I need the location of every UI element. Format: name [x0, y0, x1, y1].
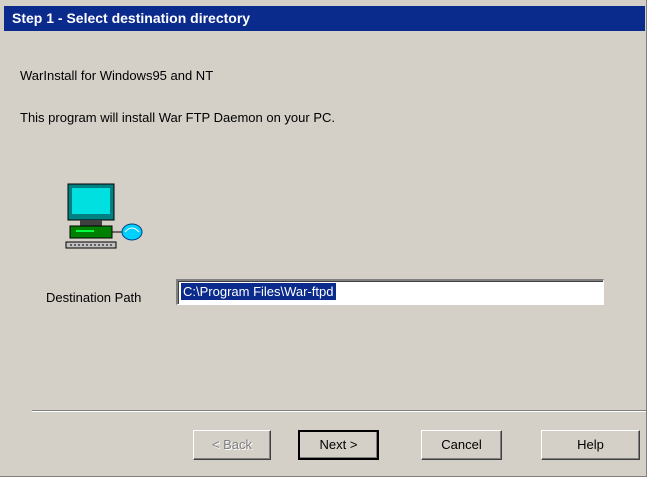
- button-separator: [32, 410, 646, 412]
- title-bar: Step 1 - Select destination directory: [4, 6, 645, 31]
- destination-path-label: Destination Path: [46, 290, 142, 305]
- destination-path-input[interactable]: C:\Program Files\War-ftpd: [176, 279, 604, 305]
- help-button-label: Help: [577, 437, 604, 452]
- window-title: Step 1 - Select destination directory: [12, 10, 251, 26]
- destination-path-value: C:\Program Files\War-ftpd: [181, 283, 336, 300]
- install-description-text: This program will install War FTP Daemon…: [20, 110, 335, 125]
- back-button[interactable]: < Back: [193, 430, 271, 460]
- computer-network-icon: [65, 183, 143, 249]
- next-button[interactable]: Next >: [298, 430, 379, 460]
- cancel-button-label: Cancel: [441, 437, 482, 452]
- next-button-label: Next >: [319, 437, 358, 452]
- back-button-label: < Back: [211, 437, 253, 452]
- help-button[interactable]: Help: [541, 430, 640, 460]
- installer-name-text: WarInstall for Windows95 and NT: [20, 68, 214, 83]
- cancel-button[interactable]: Cancel: [421, 430, 502, 460]
- installer-dialog: Step 1 - Select destination directory Wa…: [0, 0, 647, 477]
